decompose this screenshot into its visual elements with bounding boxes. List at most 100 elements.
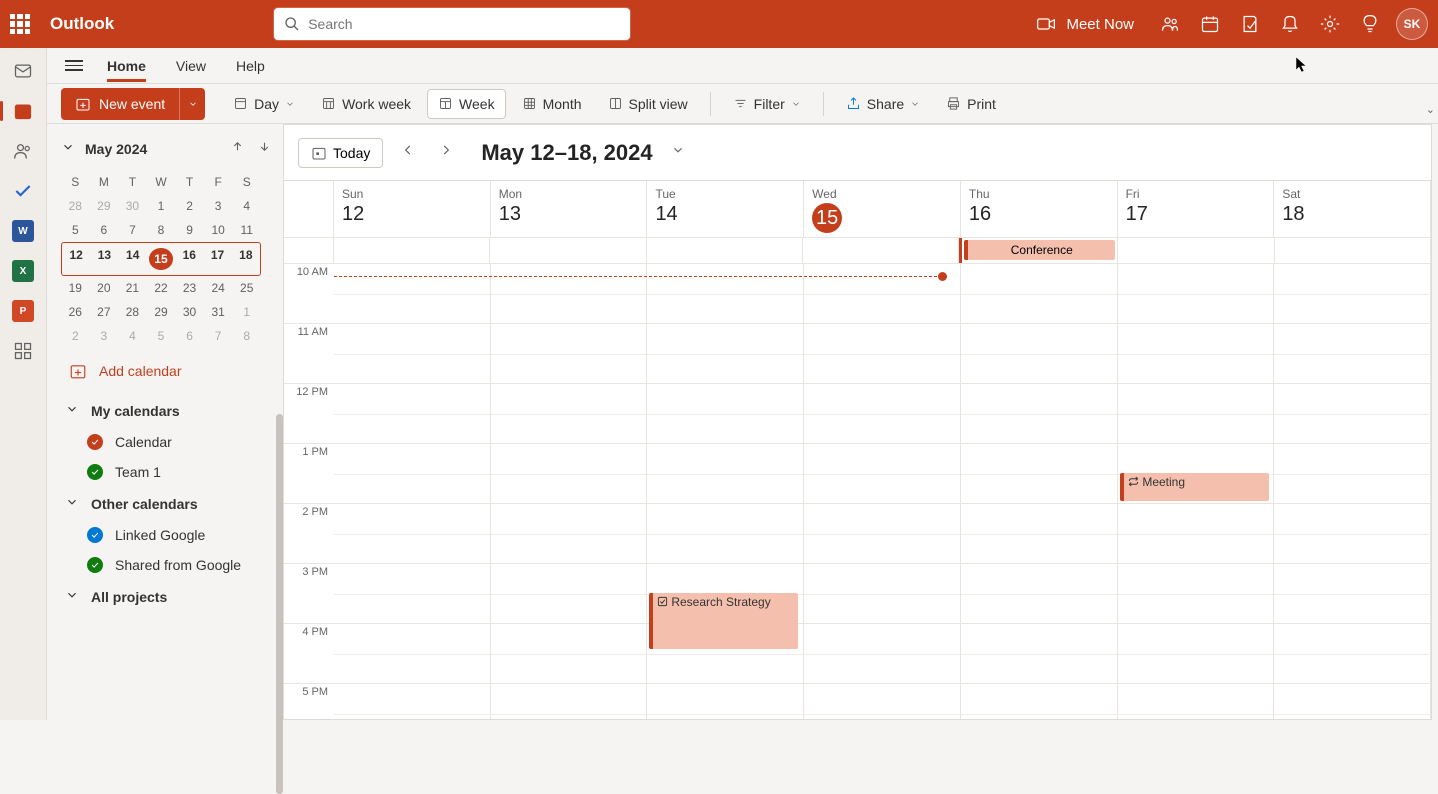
todo-icon[interactable] <box>12 180 34 202</box>
time-cell[interactable] <box>334 324 491 383</box>
calendar-checkbox[interactable] <box>87 557 103 573</box>
time-cell[interactable] <box>334 624 491 683</box>
month-collapse-icon[interactable] <box>61 140 75 159</box>
time-cell[interactable] <box>334 264 491 323</box>
time-cell[interactable] <box>647 504 804 563</box>
allday-cell[interactable] <box>803 238 959 263</box>
new-event-dropdown[interactable] <box>179 88 205 120</box>
time-cell[interactable] <box>1274 564 1431 623</box>
time-cell[interactable] <box>961 684 1118 719</box>
mini-day[interactable]: 14 <box>119 243 147 275</box>
mini-day[interactable]: 21 <box>118 276 147 300</box>
mini-day[interactable]: 6 <box>90 218 119 242</box>
time-cell[interactable] <box>1118 564 1275 623</box>
day-header[interactable]: Wed15 <box>804 181 961 237</box>
bell-icon[interactable] <box>1270 0 1310 48</box>
time-cell[interactable] <box>491 324 648 383</box>
time-cell[interactable] <box>1118 684 1275 719</box>
app-launcher-icon[interactable] <box>10 14 30 34</box>
splitview-button[interactable]: Split view <box>598 90 698 118</box>
next-week-icon[interactable] <box>433 143 459 162</box>
time-cell[interactable] <box>804 264 961 323</box>
time-cell[interactable] <box>804 504 961 563</box>
mail-icon[interactable] <box>12 60 34 82</box>
time-cell[interactable] <box>961 624 1118 683</box>
calendar-event[interactable]: Meeting <box>1120 473 1269 501</box>
mini-day[interactable]: 1 <box>147 194 176 218</box>
prev-week-icon[interactable] <box>395 143 421 162</box>
teams-icon[interactable] <box>1150 0 1190 48</box>
calendar-checkbox[interactable] <box>87 527 103 543</box>
time-cell[interactable] <box>961 504 1118 563</box>
calendar-checkbox[interactable] <box>87 464 103 480</box>
time-cell[interactable] <box>491 564 648 623</box>
time-cell[interactable] <box>647 324 804 383</box>
allday-cell[interactable] <box>1275 238 1431 263</box>
mini-day[interactable]: 28 <box>61 194 90 218</box>
time-cell[interactable] <box>961 564 1118 623</box>
time-cell[interactable] <box>334 684 491 719</box>
mini-day[interactable]: 30 <box>118 194 147 218</box>
mini-day[interactable]: 27 <box>90 300 119 324</box>
time-cell[interactable] <box>961 324 1118 383</box>
time-cell[interactable] <box>647 264 804 323</box>
time-cell[interactable] <box>961 384 1118 443</box>
add-calendar-button[interactable]: Add calendar <box>61 348 283 394</box>
filter-button[interactable]: Filter <box>723 90 811 118</box>
time-cell[interactable] <box>1274 444 1431 503</box>
menu-help[interactable]: Help <box>236 58 265 82</box>
mini-day[interactable]: 5 <box>61 218 90 242</box>
mini-day[interactable]: 18 <box>232 243 260 275</box>
powerpoint-icon[interactable]: P <box>12 300 34 322</box>
calendar-item[interactable]: Shared from Google <box>61 550 283 580</box>
mini-day[interactable]: 2 <box>61 324 90 348</box>
expand-ribbon-icon[interactable]: ⌄ <box>1426 103 1435 116</box>
menu-view[interactable]: View <box>176 58 206 82</box>
time-cell[interactable] <box>491 264 648 323</box>
calendar-event[interactable]: Research Strategy <box>649 593 798 649</box>
mini-day[interactable]: 26 <box>61 300 90 324</box>
mini-day[interactable]: 17 <box>203 243 231 275</box>
mini-day[interactable]: 10 <box>204 218 233 242</box>
mini-day[interactable]: 29 <box>90 194 119 218</box>
mini-day[interactable]: 8 <box>147 218 176 242</box>
mini-day[interactable]: 31 <box>204 300 233 324</box>
print-button[interactable]: Print <box>936 90 1006 118</box>
excel-icon[interactable]: X <box>12 260 34 282</box>
meet-now-button[interactable]: Meet Now <box>1066 16 1134 33</box>
time-cell[interactable] <box>1274 684 1431 719</box>
time-cell[interactable] <box>491 444 648 503</box>
time-cell[interactable] <box>491 384 648 443</box>
today-button[interactable]: Today <box>298 138 383 168</box>
workweek-view-button[interactable]: Work week <box>311 90 421 118</box>
allday-event[interactable]: Conference <box>964 240 1115 260</box>
mini-day[interactable]: 8 <box>232 324 261 348</box>
mini-day[interactable]: 6 <box>175 324 204 348</box>
bulb-icon[interactable] <box>1350 0 1390 48</box>
new-event-button[interactable]: New event <box>61 88 205 120</box>
mini-day[interactable]: 16 <box>175 243 203 275</box>
share-button[interactable]: Share <box>836 90 930 118</box>
time-cell[interactable] <box>804 444 961 503</box>
range-dropdown-icon[interactable] <box>665 143 691 162</box>
day-header[interactable]: Tue14 <box>647 181 804 237</box>
mini-day[interactable]: 1 <box>232 300 261 324</box>
mini-day[interactable]: 22 <box>147 276 176 300</box>
allday-cell[interactable] <box>490 238 646 263</box>
word-icon[interactable]: W <box>12 220 34 242</box>
allday-cell[interactable] <box>334 238 490 263</box>
time-cell[interactable] <box>1118 264 1275 323</box>
mini-day[interactable]: 4 <box>118 324 147 348</box>
time-cell[interactable] <box>1118 324 1275 383</box>
calendar-item[interactable]: Team 1 <box>61 457 283 487</box>
sidebar-scrollbar[interactable] <box>276 414 283 794</box>
date-range-label[interactable]: May 12–18, 2024 <box>481 140 652 166</box>
time-cell[interactable] <box>647 684 804 719</box>
time-cell[interactable] <box>334 504 491 563</box>
time-cell[interactable] <box>1274 264 1431 323</box>
time-cell[interactable] <box>491 624 648 683</box>
calendar-checkbox[interactable] <box>87 434 103 450</box>
mini-day[interactable]: 24 <box>204 276 233 300</box>
day-header[interactable]: Sun12 <box>334 181 491 237</box>
day-view-button[interactable]: Day <box>223 90 305 118</box>
